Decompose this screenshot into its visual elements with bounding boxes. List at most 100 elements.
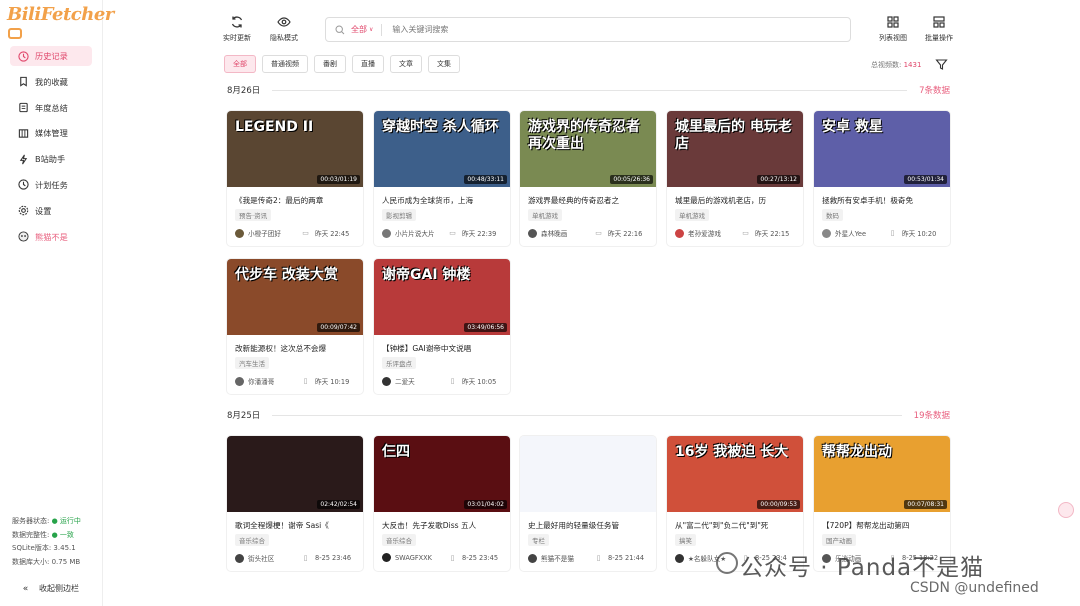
author-name[interactable]: 老孙爱游戏 (688, 228, 736, 238)
category-tag[interactable]: 搞笑 (675, 534, 696, 546)
category-tag[interactable]: 汽车生活 (235, 357, 269, 369)
floating-assistant-button[interactable] (1058, 502, 1074, 518)
author-name[interactable]: 街头社区 (248, 553, 296, 563)
author-name[interactable]: 小片片说大片 (395, 228, 443, 238)
video-card[interactable]: 游戏界的传奇忍者 再次重出 00:05/26:36 游戏界最经典的传奇忍者之 单机游戏… (520, 111, 656, 246)
video-thumbnail[interactable]: 安卓 救星 00:53/01:34 (814, 111, 950, 187)
video-title[interactable]: 从"富二代"到"负二代"到"死 (675, 520, 799, 531)
video-thumbnail[interactable]: 16岁 我被迫 长大 00:00/09:53 (667, 436, 803, 512)
author-name[interactable]: 熊猫不是猫 (541, 553, 589, 563)
author-name[interactable]: SWAGFXXK (395, 554, 443, 562)
sidebar-item-history[interactable]: 历史记录 (10, 46, 92, 66)
search-input[interactable] (392, 25, 793, 34)
video-title[interactable]: 城里最后的游戏机老店，历 (675, 195, 799, 206)
collapse-sidebar-button[interactable]: « 收起侧边栏 (20, 583, 79, 594)
category-tag[interactable]: 乐评盘点 (382, 357, 416, 369)
progress-duration: 00:53/01:34 (904, 175, 947, 184)
sidebar: BiliFetcher 历史记录 我的收藏 年度总结 媒体管理 B站助手 计划任… (0, 0, 114, 606)
filter-chip-collection[interactable]: 文集 (428, 55, 460, 73)
sidebar-item-scheduled-tasks[interactable]: 计划任务 (10, 175, 92, 195)
category-tag[interactable]: 预告·资讯 (235, 209, 272, 221)
funnel-filter-icon[interactable] (935, 58, 948, 71)
sidebar-nav: 历史记录 我的收藏 年度总结 媒体管理 B站助手 计划任务 设置 熊猫不是 (10, 46, 92, 252)
watch-time: 昨天 22:15 (755, 230, 790, 238)
filter-chip-all[interactable]: 全部 (224, 55, 256, 73)
video-title[interactable]: 大反击！先子发歌Diss 五人 (382, 520, 506, 531)
filter-chip-bangumi[interactable]: 番剧 (314, 55, 346, 73)
category-tag[interactable]: 音乐综合 (235, 534, 269, 546)
avatar[interactable] (675, 553, 684, 563)
batch-icon (933, 16, 945, 28)
video-title[interactable]: 人民币成为全球货币，上海 (382, 195, 506, 206)
video-card[interactable]: 穿越时空 杀人循环 00:48/33:11 人民币成为全球货币，上海 影视剪辑小片片说… (374, 111, 510, 246)
author-name[interactable]: 二爱天 (395, 376, 443, 386)
video-thumbnail[interactable]: 城里最后的 电玩老店 00:27/13:12 (667, 111, 803, 187)
author-name[interactable]: 森林晚画 (541, 228, 589, 238)
sidebar-item-bili-assistant[interactable]: B站助手 (10, 149, 92, 169)
filter-chip-article[interactable]: 文章 (390, 55, 422, 73)
category-tag[interactable]: 数码 (822, 209, 843, 221)
video-title[interactable]: 《我是传奇2：最后的两章 (235, 195, 359, 206)
sidebar-item-user[interactable]: 熊猫不是 (10, 227, 92, 247)
video-card[interactable]: 02:42/02:54 歌词全程爆梗！谢帝 Sasi《 音乐综合 街头社区 ▯ 8-25 … (227, 436, 363, 571)
search-bar: 全部 ∨ (325, 17, 851, 42)
video-title[interactable]: 拯救所有安卓手机！极奇免 (822, 195, 946, 206)
sidebar-item-favorites[interactable]: 我的收藏 (10, 72, 92, 92)
video-thumbnail[interactable]: 穿越时空 杀人循环 00:48/33:11 (374, 111, 510, 187)
category-tag[interactable]: 单机游戏 (675, 209, 709, 221)
author-name[interactable]: 小橙子团好 (248, 228, 296, 238)
video-thumbnail[interactable]: 游戏界的传奇忍者 再次重出 00:05/26:36 (520, 111, 656, 187)
video-card[interactable]: 安卓 救星 00:53/01:34 拯救所有安卓手机！极奇免 数码 外星人Yee ▯ 昨天 … (814, 111, 950, 246)
video-card[interactable]: 城里最后的 电玩老店 00:27/13:12 城里最后的游戏机老店，历 单机游戏老孙爱… (667, 111, 803, 246)
privacy-mode-button[interactable]: 隐私模式 (264, 15, 304, 43)
category-tag[interactable]: 专栏 (528, 534, 549, 546)
video-title[interactable]: 游戏界最经典的传奇忍者之 (528, 195, 652, 206)
avatar[interactable] (382, 376, 391, 386)
category-tag[interactable]: 影视剪辑 (382, 209, 416, 221)
search-scope-select[interactable]: 全部 ∨ (351, 23, 383, 36)
video-thumbnail[interactable]: LEGEND II 00:03/01:19 (227, 111, 363, 187)
sidebar-item-settings[interactable]: 设置 (10, 201, 92, 221)
filter-chip-live[interactable]: 直播 (352, 55, 384, 73)
video-thumbnail[interactable]: 帮帮龙出动 00:07/08:31 (814, 436, 950, 512)
video-thumbnail[interactable]: 代步车 改装大赏 00:09/07:42 (227, 259, 363, 335)
sidebar-item-media[interactable]: 媒体管理 (10, 123, 92, 143)
avatar[interactable] (528, 553, 537, 563)
video-card[interactable]: 史上最好用的轻量级任务管 专栏 熊猫不是猫 ▯ 8-25 21:44 (520, 436, 656, 571)
video-card[interactable]: 谢帝GAI 钟楼 03:49/06:56 【钟楼】GAI谢帝中文说唱 乐评盘点 二爱天 ▯… (374, 259, 510, 394)
video-card[interactable]: LEGEND II 00:03/01:19 《我是传奇2：最后的两章 预告·资讯小橙子… (227, 111, 363, 246)
video-thumbnail[interactable]: 02:42/02:54 (227, 436, 363, 512)
sidebar-item-annual-summary[interactable]: 年度总结 (10, 98, 92, 118)
avatar[interactable] (528, 228, 537, 238)
avatar[interactable] (822, 228, 831, 238)
video-title[interactable]: 【钟楼】GAI谢帝中文说唱 (382, 343, 506, 354)
progress-duration: 00:07/08:31 (904, 500, 947, 509)
avatar[interactable] (235, 228, 244, 238)
author-name[interactable]: 外星人Yee (835, 228, 883, 238)
avatar[interactable] (675, 228, 684, 238)
avatar[interactable] (382, 228, 391, 238)
realtime-update-button[interactable]: 实时更新 (217, 15, 257, 43)
video-card[interactable]: 代步车 改装大赏 00:09/07:42 改新能源权！这次总不会爆 汽车生活 你潘潘哥 ▯… (227, 259, 363, 394)
video-thumbnail[interactable] (520, 436, 656, 512)
avatar[interactable] (382, 553, 391, 562)
video-thumbnail[interactable]: 仨四 03:01/04:02 (374, 436, 510, 512)
video-thumbnail[interactable]: 谢帝GAI 钟楼 03:49/06:56 (374, 259, 510, 335)
video-card[interactable]: 仨四 03:01/04:02 大反击！先子发歌Diss 五人 音乐综合 SWAGFXXK… (374, 436, 510, 571)
filter-chip-video[interactable]: 普通视频 (262, 55, 308, 73)
category-tag[interactable]: 单机游戏 (528, 209, 562, 221)
video-title[interactable]: 歌词全程爆梗！谢帝 Sasi《 (235, 520, 359, 531)
video-title[interactable]: 改新能源权！这次总不会爆 (235, 343, 359, 354)
thumbnail-caption: 谢帝GAI 钟楼 (382, 267, 471, 283)
avatar[interactable] (235, 376, 244, 386)
app-root: BiliFetcher 历史记录 我的收藏 年度总结 媒体管理 B站助手 计划任… (0, 0, 1080, 606)
video-title[interactable]: 【720P】帮帮龙出动第四 (822, 520, 946, 531)
category-tag[interactable]: 音乐综合 (382, 534, 416, 546)
author-name[interactable]: 你潘潘哥 (248, 376, 296, 386)
avatar[interactable] (235, 553, 244, 563)
app-logo[interactable]: BiliFetcher (7, 4, 114, 46)
batch-operation-button[interactable]: 批量操作 (919, 15, 959, 43)
list-view-button[interactable]: 列表视图 (873, 15, 913, 43)
video-title[interactable]: 史上最好用的轻量级任务管 (528, 520, 652, 531)
category-tag[interactable]: 国产动画 (822, 534, 856, 546)
